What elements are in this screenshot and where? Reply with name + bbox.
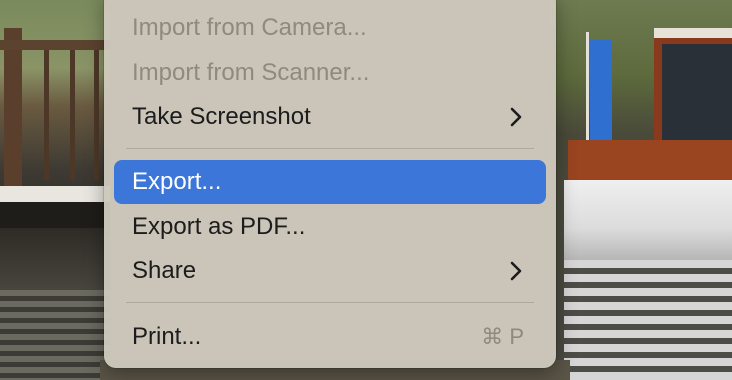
menu-item-export-as-pdf[interactable]: Export as PDF...	[114, 205, 546, 249]
water-reflection	[564, 260, 732, 380]
menu-item-export[interactable]: Export...	[114, 160, 546, 204]
boat-roof	[654, 28, 732, 38]
menu-item-label: Take Screenshot	[132, 103, 311, 130]
keyboard-shortcut: ⌘ P	[481, 324, 524, 349]
screen: Import from Camera... Import from Scanne…	[0, 0, 732, 380]
background-photo-right	[550, 0, 732, 380]
dock-rail-post	[70, 50, 75, 180]
dock-rail-post	[94, 50, 99, 180]
menu-item-label: Import from Camera...	[132, 14, 367, 41]
dock-rail-post	[44, 50, 49, 180]
boat-window	[662, 44, 732, 148]
menu-separator	[126, 148, 534, 149]
chevron-right-icon	[508, 260, 524, 282]
menu-item-label: Share	[132, 257, 197, 284]
menu-item-import-from-camera: Import from Camera...	[114, 6, 546, 50]
menu-item-share[interactable]: Share	[114, 249, 546, 293]
dock-shadow	[0, 202, 110, 228]
menu-item-import-from-scanner: Import from Scanner...	[114, 51, 546, 95]
menu-item-take-screenshot[interactable]: Take Screenshot	[114, 95, 546, 139]
dock-rail	[0, 40, 110, 50]
flag	[590, 40, 612, 140]
menu-item-label: Export...	[132, 168, 222, 195]
menu-item-label: Print...	[132, 323, 202, 350]
background-photo-left	[0, 0, 110, 380]
menu-item-label: Export as PDF...	[132, 213, 306, 240]
menu-item-print[interactable]: Print... ⌘ P	[114, 315, 546, 359]
file-menu: Import from Camera... Import from Scanne…	[104, 0, 556, 368]
menu-separator	[126, 302, 534, 303]
chevron-right-icon	[508, 106, 524, 128]
boat-hull	[564, 180, 732, 260]
water	[0, 290, 110, 380]
dock-plank	[0, 186, 110, 202]
menu-item-label: Import from Scanner...	[132, 59, 370, 86]
dock-post	[4, 28, 22, 188]
boat-deck	[568, 140, 732, 180]
flagpole	[586, 32, 589, 152]
